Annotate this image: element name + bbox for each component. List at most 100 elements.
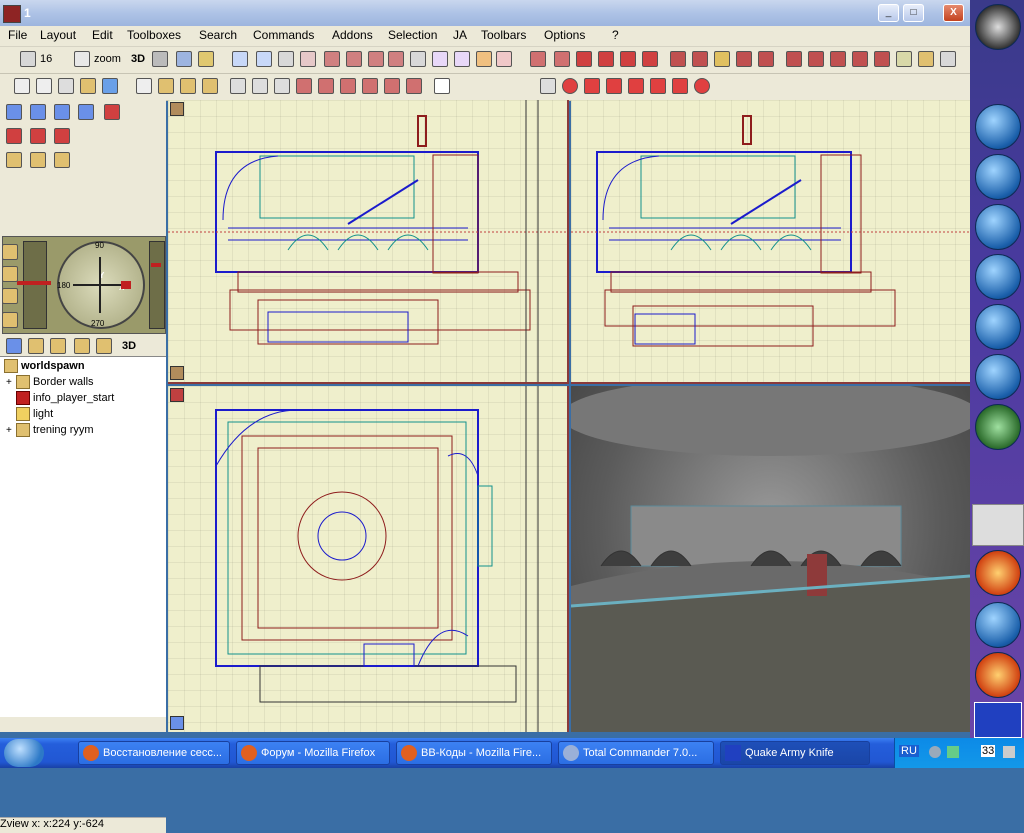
menu-edit[interactable]: Edit	[92, 28, 113, 42]
scale-icon[interactable]	[278, 51, 294, 67]
tree-tool1-icon[interactable]	[6, 338, 22, 354]
menu-toolboxes[interactable]: Toolboxes	[127, 28, 181, 42]
scroll-icon[interactable]	[540, 78, 556, 94]
firefox2-icon[interactable]	[975, 652, 1021, 698]
height-slider[interactable]	[149, 241, 165, 329]
subtract-icon[interactable]	[620, 51, 636, 67]
nav-side3-icon[interactable]	[2, 288, 18, 304]
close-button[interactable]: X	[943, 4, 964, 22]
sphere-red-icon[interactable]	[562, 78, 578, 94]
join-icon[interactable]	[598, 51, 614, 67]
viewport-top-xy[interactable]	[168, 386, 569, 732]
flash2-icon[interactable]	[975, 602, 1021, 648]
face-icon[interactable]	[346, 51, 362, 67]
lightbulb-icon[interactable]	[476, 51, 492, 67]
cube-icon[interactable]	[530, 51, 546, 67]
group-icon[interactable]	[918, 51, 934, 67]
arrow-down-icon[interactable]	[362, 78, 378, 94]
volume-tray-icon[interactable]	[947, 746, 959, 758]
torus-icon[interactable]	[672, 78, 688, 94]
menu-commands[interactable]: Commands	[253, 28, 314, 42]
menu-selection[interactable]: Selection	[388, 28, 437, 42]
box-solid-icon[interactable]	[202, 78, 218, 94]
cage-icon[interactable]	[388, 51, 404, 67]
sphere-icon[interactable]	[692, 51, 708, 67]
tree-root[interactable]: worldspawn	[4, 359, 85, 375]
cone-icon[interactable]	[714, 51, 730, 67]
face-yellow-icon[interactable]	[54, 152, 70, 168]
nav-side4-icon[interactable]	[2, 312, 18, 328]
media-player-icon[interactable]	[975, 254, 1021, 300]
expand-toggle[interactable]: +	[6, 377, 16, 388]
maximize-button[interactable]: □	[903, 4, 924, 22]
hollow-icon[interactable]	[554, 51, 570, 67]
zoom-icon[interactable]	[74, 51, 90, 67]
entity-blue4-icon[interactable]	[78, 104, 94, 120]
computer-icon[interactable]	[975, 104, 1021, 150]
tree-tool3-icon[interactable]	[50, 338, 66, 354]
plus-icon[interactable]	[576, 51, 592, 67]
rotate-ccw-icon[interactable]	[252, 78, 268, 94]
entity-blue2-icon[interactable]	[30, 104, 46, 120]
dome-icon[interactable]	[650, 78, 666, 94]
arrow-right-icon[interactable]	[318, 78, 334, 94]
ring-icon[interactable]	[694, 78, 710, 94]
menu-file[interactable]: File	[8, 28, 27, 42]
mirror-icon[interactable]	[274, 78, 290, 94]
tree-3d-button[interactable]: 3D	[122, 340, 136, 352]
3d-box-icon[interactable]	[496, 51, 512, 67]
task-button-active[interactable]: Quake Army Knife	[720, 741, 870, 765]
language-indicator[interactable]: RU	[899, 745, 919, 757]
move-icon[interactable]	[232, 51, 248, 67]
entity-red3-icon[interactable]	[30, 128, 46, 144]
zoom-button[interactable]: zoom	[94, 53, 121, 65]
face-select-icon[interactable]	[80, 78, 96, 94]
shear-icon[interactable]	[384, 78, 400, 94]
firefox-icon[interactable]	[975, 550, 1021, 596]
box-icon[interactable]	[158, 78, 174, 94]
tree-tool2-icon[interactable]	[28, 338, 44, 354]
task-button[interactable]: Total Commander 7.0...	[558, 741, 714, 765]
edit-icon[interactable]	[454, 51, 470, 67]
height-slider-handle[interactable]	[151, 263, 161, 267]
task-button[interactable]: Форум - Mozilla Firefox	[236, 741, 390, 765]
menu-toolbars[interactable]: Toolbars	[481, 28, 526, 42]
task-button[interactable]: BB-Коды - Mozilla Fire...	[396, 741, 552, 765]
box-hollow-icon[interactable]	[180, 78, 196, 94]
minimize-button[interactable]: _	[878, 4, 899, 22]
entity-red-icon[interactable]	[104, 104, 120, 120]
expand-toggle[interactable]: +	[6, 425, 16, 436]
grid-icon[interactable]	[20, 51, 36, 67]
start-button[interactable]	[4, 739, 44, 767]
flip-icon[interactable]	[300, 51, 316, 67]
arch-icon[interactable]	[758, 51, 774, 67]
menu-search[interactable]: Search	[199, 28, 237, 42]
navigation-compass[interactable]: 90 270 180 Y X	[2, 236, 166, 334]
cylinder-icon[interactable]	[670, 51, 686, 67]
pipe-icon[interactable]	[852, 51, 868, 67]
brush-select-icon[interactable]	[102, 78, 118, 94]
door-icon[interactable]	[786, 51, 802, 67]
tree-item-border-walls[interactable]: + Border walls	[6, 375, 94, 391]
vertex-icon[interactable]	[14, 78, 30, 94]
network-icon[interactable]	[975, 204, 1021, 250]
menu-options[interactable]: Options	[544, 28, 585, 42]
menu-addons[interactable]: Addons	[332, 28, 373, 42]
snap-icon[interactable]	[136, 78, 152, 94]
viewport-3d[interactable]	[571, 386, 970, 732]
compass-dial[interactable]: 90 270 180 Y X	[57, 241, 145, 329]
folder-icon[interactable]	[975, 154, 1021, 200]
tree-item-info-player-start[interactable]: info_player_start	[16, 391, 114, 407]
nav-side2-icon[interactable]	[2, 266, 18, 282]
light-yellow-icon[interactable]	[30, 152, 46, 168]
properties-icon[interactable]	[434, 78, 450, 94]
texture-icon[interactable]	[152, 51, 168, 67]
wedge-icon[interactable]	[368, 51, 384, 67]
stop-icon[interactable]	[642, 51, 658, 67]
app-icon[interactable]	[3, 5, 21, 23]
recycle-bin-icon[interactable]	[975, 404, 1021, 450]
viewport-side-xz[interactable]	[168, 100, 569, 384]
link-icon[interactable]	[58, 78, 74, 94]
tree-tool5-icon[interactable]	[96, 338, 112, 354]
paint-icon[interactable]	[432, 51, 448, 67]
